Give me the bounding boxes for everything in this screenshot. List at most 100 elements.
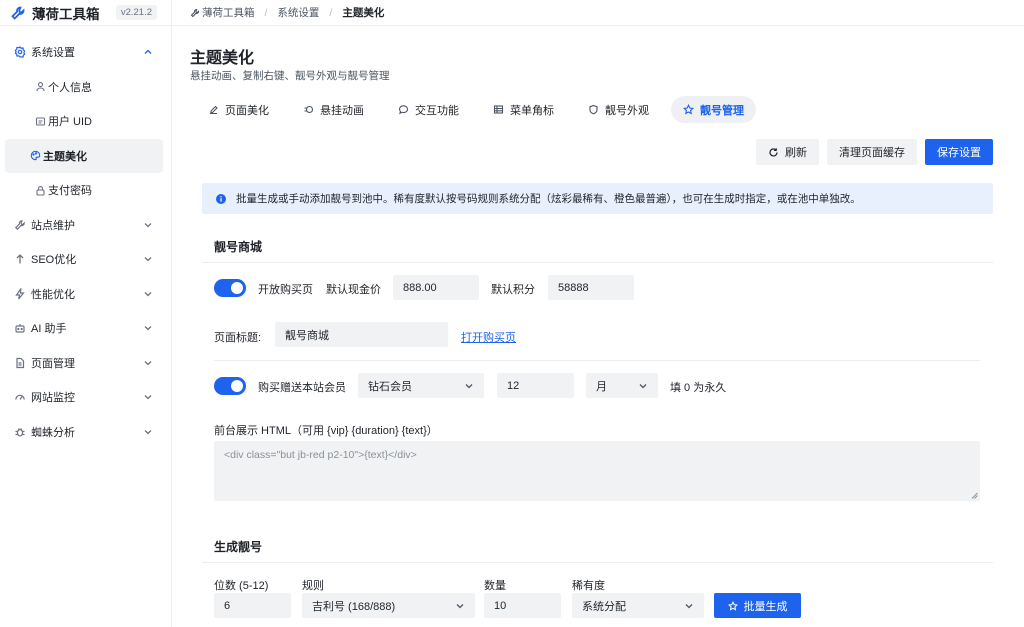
rarity-select[interactable]: 系统分配 — [572, 593, 704, 618]
section-title-shop: 靓号商城 — [214, 240, 263, 254]
chevron-down-icon — [144, 395, 152, 400]
sidebar-item-system-settings[interactable]: 系统设置 — [0, 35, 171, 70]
star-icon — [727, 600, 738, 611]
sidebar: 薄荷工具箱 v2.21.2 系统设置 个人信息 用户 UID 主题美化 支付密码… — [0, 0, 172, 627]
tab-label: 交互功能 — [415, 104, 459, 117]
wrench-icon — [14, 219, 25, 230]
open-shop-toggle[interactable] — [214, 279, 246, 297]
tab-hanging-animation[interactable]: 悬挂动画 — [291, 96, 376, 123]
sidebar-subitem-label: 用户 UID — [48, 116, 92, 129]
open-shop-label: 开放购买页 — [258, 284, 313, 296]
duration-unit-value: 月 — [596, 380, 607, 393]
digits-input[interactable]: 6 — [214, 593, 291, 618]
lock-icon — [36, 185, 45, 196]
wrench-icon — [11, 6, 25, 20]
html-template-textarea[interactable]: <div class="but jb-red p2-10">{text}</di… — [214, 441, 980, 501]
bolt-icon — [15, 287, 25, 300]
id-card-icon — [35, 117, 46, 126]
brand: 薄荷工具箱 v2.21.2 — [0, 0, 171, 26]
page-subtitle: 悬挂动画、复制右键、靓号外观与靓号管理 — [190, 70, 390, 82]
gift-vip-toggle[interactable] — [214, 377, 246, 395]
sidebar-item-site-monitor[interactable]: 网站监控 — [0, 380, 171, 415]
brand-title: 薄荷工具箱 — [32, 6, 100, 22]
sidebar-item-label: 蜘蛛分析 — [31, 426, 75, 439]
chevron-down-icon — [456, 604, 464, 609]
gear-icon — [14, 46, 26, 59]
chevron-down-icon — [144, 360, 152, 365]
vip-level-select[interactable]: 钻石会员 — [358, 373, 484, 398]
tab-menu-badge[interactable]: 菜单角标 — [481, 96, 566, 123]
chevron-down-icon — [144, 291, 152, 296]
duration-input[interactable]: 12 — [497, 373, 574, 398]
clear-cache-button[interactable]: 清理页面缓存 — [827, 139, 917, 165]
sidebar-item-seo[interactable]: SEO优化 — [0, 242, 171, 277]
page-title-label: 页面标题: — [214, 332, 262, 344]
palette-icon — [30, 150, 41, 161]
breadcrumb-current: 主题美化 — [342, 7, 385, 19]
divider — [214, 360, 980, 361]
tab-label: 靓号外观 — [605, 104, 649, 117]
chevron-down-icon — [465, 384, 473, 389]
sidebar-item-performance[interactable]: 性能优化 — [0, 277, 171, 312]
sidebar-item-label: 网站监控 — [31, 392, 75, 405]
chevron-down-icon — [144, 222, 152, 227]
sidebar-item-spider-analysis[interactable]: 蜘蛛分析 — [0, 415, 171, 450]
chevron-down-icon — [144, 429, 152, 434]
rarity-label: 稀有度 — [572, 580, 605, 592]
sidebar-item-label: SEO优化 — [31, 254, 77, 267]
rule-select[interactable]: 吉利号 (168/888) — [302, 593, 475, 618]
batch-generate-button[interactable]: 批量生成 — [714, 593, 801, 618]
forever-hint: 填 0 为永久 — [670, 382, 727, 394]
breadcrumb-item[interactable]: 系统设置 — [277, 5, 319, 20]
html-template-placeholder: <div class="but jb-red p2-10">{text}</di… — [224, 449, 417, 461]
arrow-up-icon — [16, 254, 24, 264]
gauge-icon — [15, 394, 25, 401]
chevron-down-icon — [144, 326, 152, 331]
notice-text: 批量生成或手动添加靓号到池中。稀有度默认按号码规则系统分配（炫彩最稀有、橙色最普… — [236, 193, 861, 205]
duration-unit-select[interactable]: 月 — [586, 373, 658, 398]
animation-icon — [304, 105, 314, 114]
breadcrumb-item[interactable]: 薄荷工具箱 — [202, 5, 255, 20]
page-title-input[interactable]: 靓号商城 — [275, 322, 448, 347]
sidebar-item-ai-assistant[interactable]: AI 助手 — [0, 311, 171, 346]
refresh-label: 刷新 — [785, 147, 807, 159]
resize-handle-icon[interactable] — [971, 492, 978, 499]
save-button[interactable]: 保存设置 — [925, 139, 993, 165]
breadcrumb: 薄荷工具箱 / 系统设置 / 主题美化 — [172, 0, 1024, 26]
sidebar-subitem-label: 支付密码 — [48, 185, 92, 198]
sidebar-subitem-profile[interactable]: 个人信息 — [5, 70, 163, 105]
chevron-up-icon — [144, 49, 152, 54]
sidebar-subitem-uid[interactable]: 用户 UID — [5, 104, 163, 139]
gift-vip-label: 购买赠送本站会员 — [258, 382, 346, 394]
rarity-value: 系统分配 — [582, 600, 626, 613]
rule-label: 规则 — [302, 580, 324, 592]
sidebar-item-page-management[interactable]: 页面管理 — [0, 346, 171, 381]
rule-value: 吉利号 (168/888) — [312, 600, 396, 613]
sidebar-subitem-theme[interactable]: 主题美化 — [5, 138, 163, 173]
version-badge: v2.21.2 — [115, 5, 157, 20]
breadcrumb-separator: / — [264, 6, 268, 19]
default-points-input[interactable]: 58888 — [548, 275, 634, 300]
tab-page-beautify[interactable]: 页面美化 — [196, 96, 281, 123]
sidebar-item-label: 性能优化 — [31, 288, 75, 301]
count-input[interactable]: 10 — [484, 593, 561, 618]
chevron-down-icon — [685, 604, 693, 609]
refresh-icon — [769, 147, 778, 157]
sidebar-item-site-maintenance[interactable]: 站点维护 — [0, 208, 171, 243]
section-title-generate: 生成靓号 — [214, 540, 263, 554]
batch-generate-label: 批量生成 — [743, 600, 788, 613]
chevron-down-icon — [144, 257, 152, 262]
open-shop-link[interactable]: 打开购买页 — [461, 329, 516, 345]
tab-label: 页面美化 — [225, 104, 269, 117]
tab-interaction[interactable]: 交互功能 — [386, 96, 471, 123]
table-icon — [493, 105, 504, 114]
default-price-input[interactable]: 888.00 — [393, 275, 479, 300]
breadcrumb-separator: / — [329, 6, 333, 19]
tab-number-appearance[interactable]: 靓号外观 — [576, 96, 661, 123]
chevron-down-icon — [639, 384, 647, 389]
tab-number-management[interactable]: 靓号管理 — [671, 96, 756, 123]
shield-icon — [589, 104, 598, 115]
default-points-label: 默认积分 — [491, 284, 535, 296]
sidebar-subitem-pay-password[interactable]: 支付密码 — [5, 173, 163, 208]
refresh-button[interactable]: 刷新 — [756, 139, 819, 165]
